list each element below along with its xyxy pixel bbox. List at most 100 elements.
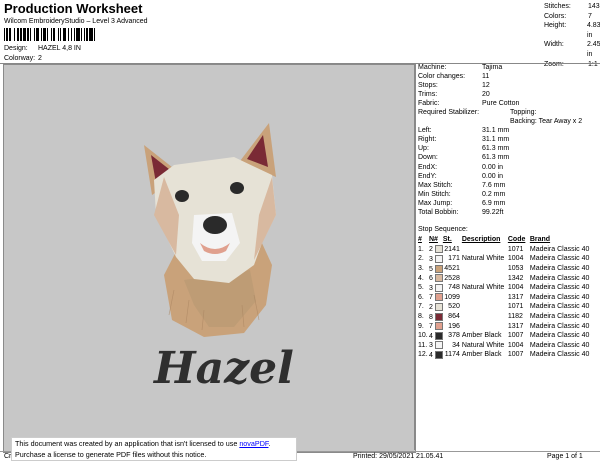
right-eye <box>230 182 244 194</box>
machine-info-value: 31.1 mm <box>482 127 510 135</box>
machine-info-row: Up: 61.3 mm <box>418 144 582 153</box>
stitch-count: 1099 <box>444 293 460 301</box>
notice-period: . <box>268 439 271 448</box>
machine-info-label: EndY: <box>418 172 437 180</box>
thread-brand: Madeira Classic 40 <box>529 245 590 253</box>
needle-cell: 7 <box>429 293 443 303</box>
machine-info-value: 61.3 mm <box>482 154 510 162</box>
stop-number: 11. <box>418 341 428 349</box>
thread-code: 1004 <box>507 284 524 292</box>
machine-info-label: Right: <box>418 136 437 144</box>
needle-number: 4 <box>429 332 433 340</box>
color-swatch <box>434 283 443 292</box>
machine-info-row: Max Jump: 6.9 mm <box>418 199 582 208</box>
summary-label: Height: <box>544 22 567 30</box>
color-swatch <box>434 264 443 273</box>
table-row: 7. 2 520 1071 Madeira Classic 40 <box>418 302 590 312</box>
color-description <box>462 302 508 312</box>
color-description: Amber Black <box>461 332 502 340</box>
color-description <box>462 264 508 274</box>
color-swatch <box>434 350 443 359</box>
machine-info-label: Machine: <box>418 64 447 71</box>
summary-value: 4.83 in <box>586 22 600 39</box>
page-title: Production Worksheet <box>4 1 143 16</box>
stitch-count: 748 <box>448 284 460 292</box>
thread-brand: Madeira Classic 40 <box>529 351 590 359</box>
machine-info-label: Left: <box>418 127 432 135</box>
machine-info-row: Down: 61.3 mm <box>418 153 582 162</box>
needle-cell: 2 <box>429 302 443 312</box>
machine-info-label: Max Stitch: <box>418 181 453 189</box>
machine-info-row: Max Stitch: 7.6 mm <box>418 181 582 190</box>
stop-number: 1. <box>418 245 424 253</box>
needle-cell: 3 <box>429 254 443 264</box>
dog-nose <box>203 216 227 234</box>
thread-code: 1071 <box>507 303 524 311</box>
colorway-value: 2 <box>38 55 42 62</box>
machine-info-label: Total Bobbin: <box>418 208 459 216</box>
novapdf-link[interactable]: novaPDF <box>239 439 268 448</box>
needle-cell: 3 <box>429 283 443 293</box>
design-preview: Hazel <box>3 64 416 453</box>
machine-info-row: Stops: 12 <box>418 81 582 90</box>
color-description: Natural White <box>461 341 505 349</box>
table-row: 10. 4 378 Amber Black 1007 Madeira Classic 4… <box>418 331 590 341</box>
summary-label: Stitches: <box>544 3 571 10</box>
machine-info-value: 11 <box>482 73 490 81</box>
color-swatch <box>434 293 443 302</box>
machine-info-label: Trims: <box>418 91 438 99</box>
license-notice: This document was created by an applicat… <box>11 437 297 461</box>
color-description <box>462 273 508 283</box>
stop-number: 9. <box>418 322 424 330</box>
stop-number: 5. <box>418 284 424 292</box>
color-swatch <box>434 302 443 311</box>
machine-info-label: Stops: <box>418 82 438 90</box>
thread-brand: Madeira Classic 40 <box>529 293 590 301</box>
machine-info-value: 12 <box>482 82 490 90</box>
machine-info-label: Down: <box>418 154 438 162</box>
stitch-count: 1174 <box>444 351 460 359</box>
machine-info-value: 0.2 mm <box>482 190 506 198</box>
colorway-row: Colorway: 2 <box>4 55 42 62</box>
column-header: # <box>418 236 422 244</box>
thread-brand: Madeira Classic 40 <box>529 284 590 292</box>
machine-info-row: Backing: Tear Away x 2 <box>418 117 582 126</box>
stitch-count: 2528 <box>444 274 460 282</box>
column-header: N# <box>429 236 438 244</box>
needle-cell: 7 <box>429 321 443 331</box>
summary-value: 7 <box>588 12 592 20</box>
machine-info-row: Trims: 20 <box>418 90 582 99</box>
column-header: Description <box>461 236 501 244</box>
machine-info-value: 6.9 mm <box>482 199 506 207</box>
table-row: 3. 5 4521 1053 Madeira Classic 40 <box>418 264 590 274</box>
design-label: Design: <box>4 45 28 52</box>
thread-brand: Madeira Classic 40 <box>529 255 590 263</box>
needle-number: 2 <box>429 303 433 311</box>
thread-brand: Madeira Classic 40 <box>529 313 590 321</box>
stop-number: 10. <box>418 332 428 340</box>
machine-info-value: 0.00 in <box>482 163 504 171</box>
table-row: 6. 7 1099 1317 Madeira Classic 40 <box>418 293 590 303</box>
embroidered-text: Hazel <box>152 343 294 394</box>
thread-code: 1053 <box>507 265 524 273</box>
machine-info-label <box>418 117 510 126</box>
needle-number: 7 <box>429 322 433 330</box>
thread-brand: Madeira Classic 40 <box>529 341 590 349</box>
design-row: Design: HAZEL 4,8 IN <box>4 45 81 52</box>
color-description <box>462 293 508 303</box>
page-number: Page 1 of 1 <box>547 453 583 460</box>
table-row: 2. 3 171 Natural White 1004 Madeira Classic … <box>418 254 590 264</box>
stitch-count: 196 <box>448 322 460 330</box>
machine-info-value: Topping: <box>510 109 537 117</box>
needle-number: 3 <box>429 255 433 263</box>
color-description: Amber Black <box>461 351 502 359</box>
machine-info-value: 31.1 mm <box>482 136 510 144</box>
thread-code: 1007 <box>507 351 524 359</box>
software-subtitle: Wilcom EmbroideryStudio – Level 3 Advanc… <box>4 18 148 25</box>
summary-row: Colors: 7 <box>544 12 600 22</box>
table-header-row: # N# St. Description Code Brand <box>418 235 590 245</box>
needle-number: 6 <box>429 275 433 283</box>
table-row: 9. 7 196 1317 Madeira Classic 40 <box>418 321 590 331</box>
color-swatch <box>434 341 443 350</box>
column-header: St. <box>442 236 452 244</box>
